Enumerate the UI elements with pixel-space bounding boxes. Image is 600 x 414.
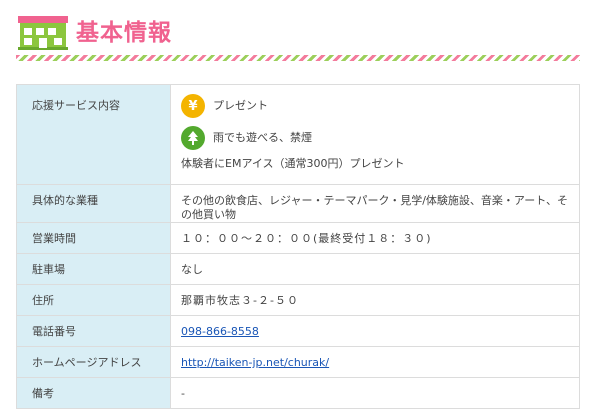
row-label: 電話番号 bbox=[16, 315, 171, 347]
row-label: 応援サービス内容 bbox=[16, 84, 171, 185]
row-value: 那覇市牧志３-２-５０ bbox=[170, 284, 580, 316]
row-label: 営業時間 bbox=[16, 222, 171, 254]
row-label: 駐車場 bbox=[16, 253, 171, 285]
table-row: 具体的な業種 その他の飲食店、レジャー・テーマパーク・見学/体験施設、音楽・アー… bbox=[16, 184, 580, 223]
row-value: その他の飲食店、レジャー・テーマパーク・見学/体験施設、音楽・アート、その他買い… bbox=[170, 184, 580, 223]
table-row: 備考 - bbox=[16, 377, 580, 409]
tree-icon bbox=[181, 126, 205, 150]
row-value: １０：００～２０：００(最終受付１８：３０) bbox=[170, 222, 580, 254]
table-row: 応援サービス内容 ¥ プレゼント 雨でも遊べる、禁煙 体験者にEMアイス（通常3… bbox=[16, 84, 580, 185]
homepage-link[interactable]: http://taiken-jp.net/churak/ bbox=[181, 347, 329, 370]
row-value: 098-866-8558 bbox=[170, 315, 580, 347]
row-label: 具体的な業種 bbox=[16, 184, 171, 223]
table-row: 電話番号 098-866-8558 bbox=[16, 315, 580, 347]
phone-link[interactable]: 098-866-8558 bbox=[181, 316, 259, 339]
info-table: 応援サービス内容 ¥ プレゼント 雨でも遊べる、禁煙 体験者にEMアイス（通常3… bbox=[16, 84, 580, 409]
section-header: 基本情報 bbox=[18, 14, 172, 52]
decorative-stripe bbox=[16, 55, 580, 61]
service-item: ¥ プレゼント bbox=[181, 93, 579, 119]
yen-icon: ¥ bbox=[181, 94, 205, 118]
table-row: ホームページアドレス http://taiken-jp.net/churak/ bbox=[16, 346, 580, 378]
page-title: 基本情報 bbox=[76, 20, 172, 46]
row-value: なし bbox=[170, 253, 580, 285]
row-value: ¥ プレゼント 雨でも遊べる、禁煙 体験者にEMアイス（通常300円）プレゼント bbox=[170, 84, 580, 185]
table-row: 住所 那覇市牧志３-２-５０ bbox=[16, 284, 580, 316]
service-note: 体験者にEMアイス（通常300円）プレゼント bbox=[181, 157, 405, 170]
row-label: ホームページアドレス bbox=[16, 346, 171, 378]
table-row: 営業時間 １０：００～２０：００(最終受付１８：３０) bbox=[16, 222, 580, 254]
row-label: 備考 bbox=[16, 377, 171, 409]
row-value: http://taiken-jp.net/churak/ bbox=[170, 346, 580, 378]
row-value: - bbox=[170, 377, 580, 409]
table-row: 駐車場 なし bbox=[16, 253, 580, 285]
building-icon bbox=[18, 16, 68, 50]
row-label: 住所 bbox=[16, 284, 171, 316]
service-item: 雨でも遊べる、禁煙 bbox=[181, 125, 579, 151]
